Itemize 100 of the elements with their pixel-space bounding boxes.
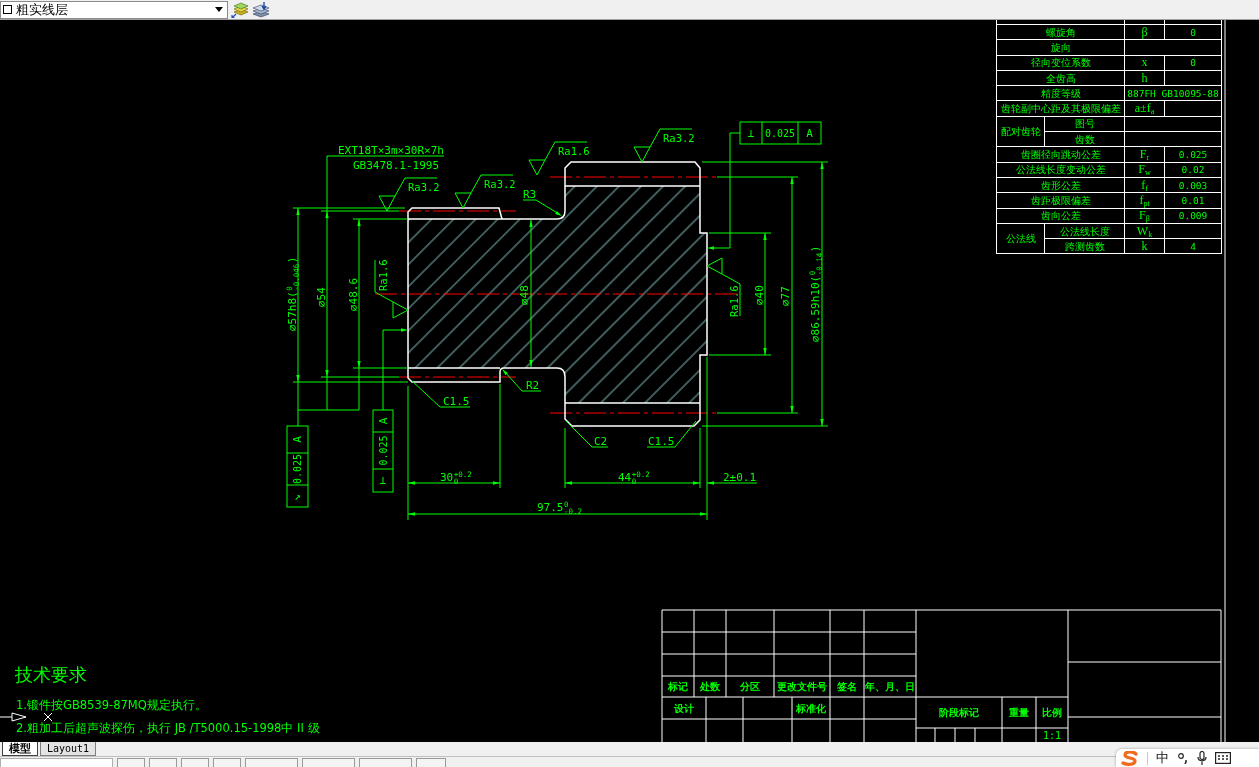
dimension-text: ⌀48.6 (347, 277, 360, 311)
layer-stack-icon[interactable] (231, 1, 249, 18)
title-block-label: 处数 (700, 681, 720, 692)
roughness-symbol (633, 128, 693, 163)
roughness-label: Ra3.2 (484, 178, 516, 190)
status-button[interactable] (181, 758, 209, 767)
layout-tab[interactable]: 模型 (2, 742, 38, 756)
roughness-symbol (378, 177, 438, 212)
roughness-label: Ra1.6 (728, 285, 740, 317)
table-cell: 齿数 (1044, 131, 1125, 147)
radius-label: R2 (526, 379, 540, 392)
table-cell: F$_{r}$ (1124, 146, 1165, 163)
roughness-symbol (374, 259, 409, 319)
dimension-text: ⌀77 (779, 286, 792, 306)
table-cell: h (1124, 70, 1165, 86)
roughness-symbol (454, 174, 514, 209)
punctuation-icon[interactable] (1177, 752, 1189, 764)
table-cell: 0 (1164, 55, 1222, 71)
table-cell: 精度等级 (996, 85, 1125, 101)
title-block-label: 阶段标记 (939, 707, 979, 718)
status-button[interactable] (302, 758, 355, 767)
table-cell: 0.003 (1164, 177, 1222, 193)
section-title: 技术要求 (15, 664, 87, 685)
status-button[interactable] (213, 758, 241, 767)
roughness-symbol (706, 257, 741, 317)
layout-tab[interactable]: Layout1 (40, 742, 97, 756)
microphone-icon[interactable] (1197, 751, 1207, 765)
table-cell: 4 (1164, 238, 1222, 254)
table-cell: k (1124, 238, 1165, 254)
roughness-label: Ra3.2 (408, 181, 440, 193)
leader-line (565, 420, 609, 448)
caret-icon (215, 7, 223, 12)
table-cell: 0.02 (1164, 162, 1222, 178)
table-cell: W$_{k}$ (1124, 223, 1165, 239)
table-cell: 0.025 (1164, 146, 1222, 163)
dimension-text: ⌀48 (518, 285, 531, 305)
tolerance-symbol: ↗ (294, 489, 301, 503)
leader-line (522, 199, 562, 216)
cursor-icon (0, 712, 53, 722)
table-cell: F$_{β}$ (1124, 208, 1165, 224)
table-cell: 公法线长度变动公差 (996, 162, 1125, 178)
dimension-text: 2±0.1 (723, 471, 757, 484)
title-block-label: 比例 (1042, 707, 1062, 718)
table-cell: 公法线长度 (1044, 223, 1125, 239)
title-block-label: 年、月、日 (865, 681, 915, 692)
tolerance-value: 0.025 (377, 435, 389, 466)
logo-icon[interactable] (1121, 750, 1139, 766)
roughness-label: Ra3.2 (663, 132, 695, 144)
table-cell: 公法线 (996, 223, 1045, 254)
table-cell: 图号 (1044, 116, 1125, 132)
table-cell: 0 (1164, 24, 1222, 40)
leader-line (502, 369, 542, 392)
table-cell: 径向变位系数 (996, 55, 1125, 71)
status-button[interactable] (416, 758, 446, 767)
title-block-label: 标记 (668, 681, 688, 692)
status-button[interactable] (359, 758, 412, 767)
datum-label: A (806, 126, 813, 140)
table-cell: 螺旋角 (996, 24, 1125, 40)
title-block-label: 重量 (1009, 707, 1029, 718)
chamfer-label: C1.5 (648, 435, 675, 448)
roughness-symbol (528, 141, 588, 176)
table-cell: x (1124, 55, 1165, 71)
dimension-text: ⌀40 (753, 285, 766, 305)
tolerance-value: 0.025 (292, 453, 303, 485)
table-cell: 齿距极限偏差 (996, 192, 1125, 209)
tolerance-symbol: ⊥ (379, 474, 387, 487)
table-cell: 配对齿轮 (996, 116, 1045, 147)
input-mode-button[interactable]: 中 (1156, 750, 1169, 766)
chamfer-label: C1.5 (443, 395, 470, 408)
status-button[interactable] (245, 758, 298, 767)
table-cell: 0.01 (1164, 192, 1222, 209)
leader-line (646, 420, 697, 448)
requirement-text: 2.粗加工后超声波探伤，执行 JB /T5000.15-1998中 II 级 (16, 721, 320, 735)
table-cell: f$_{f}$ (1124, 177, 1165, 193)
table-cell: 887FH GB10095-88 (1124, 85, 1222, 101)
table-cell: f$_{pt}$ (1124, 192, 1165, 209)
table-cell: 齿向公差 (996, 208, 1125, 224)
table-cell: 齿轮副中心距及其极限偏差 (996, 101, 1125, 117)
layer-stack-down-arrow-icon[interactable] (252, 1, 270, 18)
keyboard-icon[interactable] (1215, 752, 1231, 764)
table-cell: 旋向 (996, 39, 1125, 56)
dimension-text: ⌀54 (315, 287, 328, 307)
radius-label: R3 (523, 188, 537, 201)
leader-line (410, 379, 471, 408)
table-cell: 跨测齿数 (1044, 238, 1125, 254)
thread-spec-text: EXT18T×3m×30R×7h (338, 144, 444, 157)
scale-value: 1:1 (1042, 730, 1062, 741)
chamfer-label: C2 (594, 435, 608, 448)
table-cell: a±f$_{a}$ (1124, 101, 1165, 117)
tolerance-symbol: ⊥ (747, 126, 755, 140)
requirement-text: 1.锻件按GB8539-87MQ规定执行。 (16, 698, 207, 712)
color-swatch-icon (3, 5, 12, 14)
status-button[interactable] (117, 758, 145, 767)
layer-dropdown[interactable]: 粗实线层 (0, 0, 228, 19)
status-button[interactable] (149, 758, 177, 767)
thread-spec-text: GB3478.1-1995 (353, 159, 440, 172)
roughness-label: Ra1.6 (377, 259, 389, 291)
title-block-label: 分区 (740, 681, 760, 692)
tolerance-value: 0.025 (764, 127, 796, 139)
table-cell: F$_{w}$ (1124, 162, 1165, 178)
